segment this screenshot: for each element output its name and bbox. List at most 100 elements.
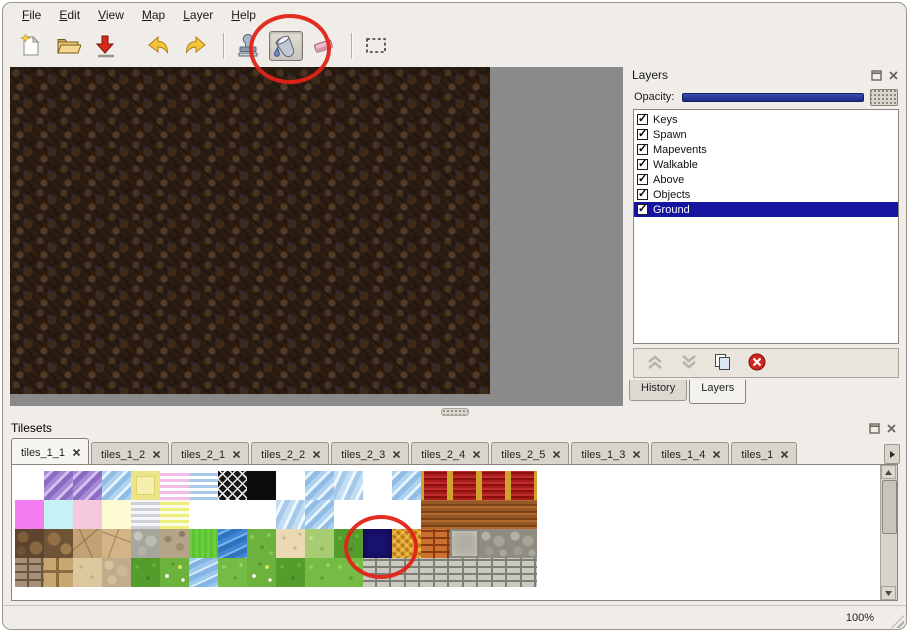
fill-tool-button[interactable] [269,31,303,61]
tile-white[interactable] [392,500,421,529]
tile-water-light[interactable] [189,558,218,587]
tile-carpet-yellow[interactable] [392,529,421,558]
duplicate-layer-button[interactable] [710,352,736,374]
close-tab-icon[interactable] [72,448,81,457]
menu-view[interactable]: View [89,5,133,25]
move-layer-up-button[interactable] [642,352,668,374]
opacity-slider[interactable] [682,93,864,102]
tile-navy[interactable] [363,529,392,558]
layer-row-keys[interactable]: ✓Keys [634,112,898,127]
opacity-slider-handle[interactable] [870,89,898,106]
tile-magenta[interactable] [15,500,44,529]
layer-visibility-checkbox[interactable]: ✓ [637,129,648,140]
import-button[interactable] [89,31,123,61]
delete-layer-button[interactable] [744,352,770,374]
close-panel-button[interactable] [886,68,900,82]
tile-brick-gray[interactable] [392,558,421,587]
tile-brick-gray[interactable] [421,558,450,587]
tile-grass-mid[interactable] [218,558,247,587]
tile-sand-light[interactable] [276,529,305,558]
tile-grass-pale[interactable] [305,529,334,558]
map-canvas[interactable] [10,67,490,394]
tile-water-blue2[interactable] [276,500,305,529]
close-tab-icon[interactable] [472,450,481,459]
tile-stone-gray[interactable] [450,529,479,558]
tile-brick-gray[interactable] [479,558,508,587]
tile-pebbles-tan[interactable] [102,558,131,587]
tileset-tab-tiles_1[interactable]: tiles_1 [731,442,797,464]
tile-diamond-lattice[interactable] [218,471,247,500]
layer-visibility-checkbox[interactable]: ✓ [637,174,648,185]
tile-brick-gray[interactable] [363,558,392,587]
tileset-tab-tiles_1_4[interactable]: tiles_1_4 [651,442,729,464]
close-tab-icon[interactable] [780,450,789,459]
layer-row-ground[interactable]: ✓Ground [634,202,898,217]
scroll-tabs-right-button[interactable] [884,444,900,464]
resize-grip[interactable] [891,615,904,628]
tile-wood-planks[interactable] [450,500,479,529]
tileset-tab-tiles_2_3[interactable]: tiles_2_3 [331,442,409,464]
open-map-button[interactable] [51,31,85,61]
tile-white[interactable] [247,500,276,529]
tile-wood-planks[interactable] [421,500,450,529]
tile-cobble[interactable] [479,529,508,558]
tile-grass-flowers[interactable] [160,558,189,587]
tile-brick-orange[interactable] [421,529,450,558]
tile-stone-crack[interactable] [102,529,131,558]
tile-stone-brown[interactable] [15,529,44,558]
tile-stripes-gray[interactable] [131,500,160,529]
tile-grass-mid[interactable] [334,558,363,587]
close-tab-icon[interactable] [632,450,641,459]
close-tab-icon[interactable] [552,450,561,459]
tile-brick-gray[interactable] [508,558,537,587]
scroll-up-button[interactable] [881,465,896,479]
panel-tab-layers[interactable]: Layers [689,380,746,404]
tile-wood-planks[interactable] [508,500,537,529]
layer-visibility-checkbox[interactable]: ✓ [637,189,648,200]
tile-grass-flowers[interactable] [247,558,276,587]
menu-map[interactable]: Map [133,5,174,25]
redo-button[interactable] [179,31,213,61]
tileset-tab-tiles_2_5[interactable]: tiles_2_5 [491,442,569,464]
tile-cobble[interactable] [508,529,537,558]
tile-white[interactable] [334,500,363,529]
tile-white[interactable] [15,471,44,500]
layer-visibility-checkbox[interactable]: ✓ [637,204,648,215]
tileset-tab-tiles_1_3[interactable]: tiles_1_3 [571,442,649,464]
tile-wood-planks[interactable] [479,500,508,529]
tile-stripes-yellow[interactable] [160,500,189,529]
tile-grass[interactable] [247,529,276,558]
close-tab-icon[interactable] [232,450,241,459]
tile-white[interactable] [363,471,392,500]
layer-row-walkable[interactable]: ✓Walkable [634,157,898,172]
menu-file[interactable]: File [13,5,50,25]
tile-stripes-pink[interactable] [160,471,189,500]
scroll-down-button[interactable] [881,586,896,600]
tile-water-purple[interactable] [44,471,73,500]
stamp-tool-button[interactable] [231,31,265,61]
tile-green-bright[interactable] [189,529,218,558]
close-tab-icon[interactable] [312,450,321,459]
panel-tab-history[interactable]: History [629,380,687,401]
tile-brick-gray[interactable] [450,558,479,587]
scrollbar-thumb[interactable] [882,480,897,534]
layer-visibility-checkbox[interactable]: ✓ [637,144,648,155]
tile-pink[interactable] [73,500,102,529]
select-tool-button[interactable] [359,31,393,61]
close-tab-icon[interactable] [152,450,161,459]
tile-pale-yellow[interactable] [102,500,131,529]
tile-stone-brown2[interactable] [44,529,73,558]
tile-carpet-red[interactable] [421,471,450,500]
tile-white[interactable] [189,500,218,529]
float-panel-button[interactable] [867,421,881,435]
tile-cyan[interactable] [44,500,73,529]
tileset-tab-tiles_2_2[interactable]: tiles_2_2 [251,442,329,464]
tile-grass-dark[interactable] [334,529,363,558]
tile-water-purple[interactable] [73,471,102,500]
menu-help[interactable]: Help [222,5,265,25]
tileset-tab-tiles_2_1[interactable]: tiles_2_1 [171,442,249,464]
tile-pebbles-gray[interactable] [131,529,160,558]
tile-yellow-pad[interactable] [131,471,160,500]
layer-row-mapevents[interactable]: ✓Mapevents [634,142,898,157]
tile-stone-crumble[interactable] [160,529,189,558]
